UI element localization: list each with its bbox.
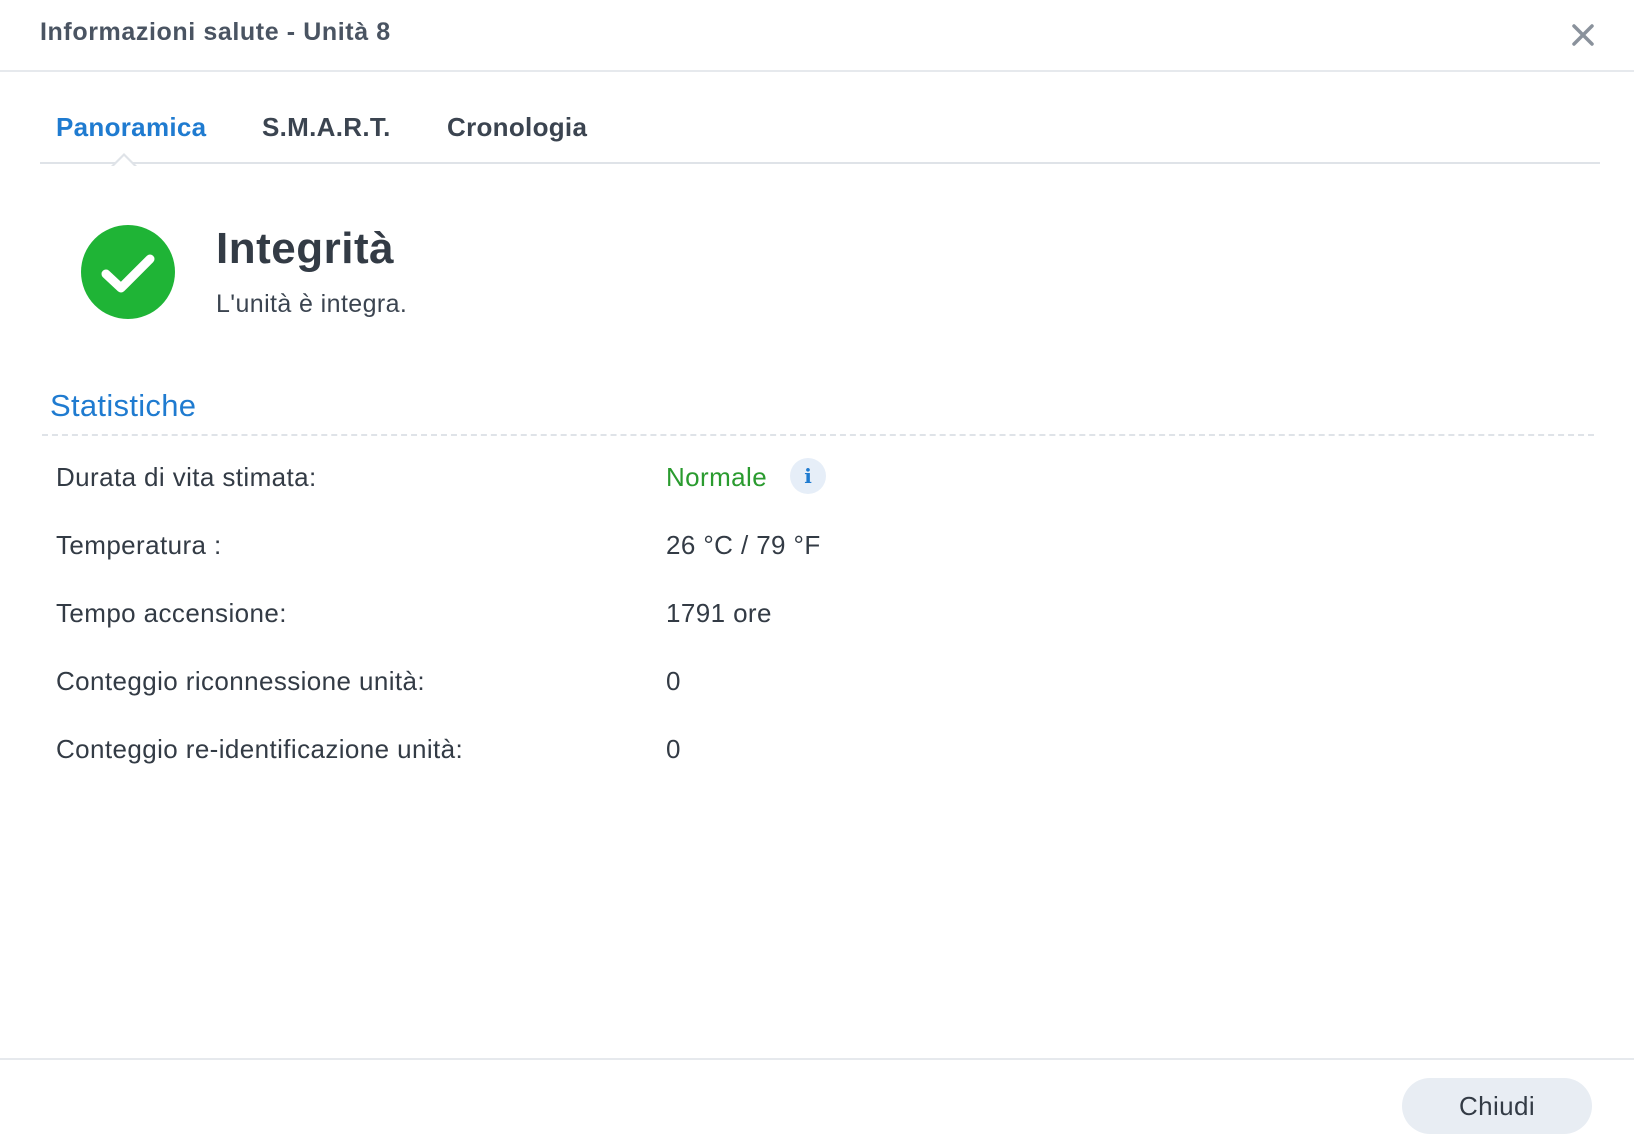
check-circle-icon (80, 224, 176, 320)
stat-value-reconnection-count: 0 (666, 666, 681, 696)
statistics-section-title: Statistiche (50, 388, 197, 423)
dialog-title: Informazioni salute - Unità 8 (40, 18, 391, 46)
stat-value-temperature: 26 °C / 79 °F (666, 530, 821, 560)
stat-value-reidentification-count: 0 (666, 734, 681, 764)
health-status-title: Integrità (216, 224, 395, 273)
health-info-dialog: Informazioni salute - Unità 8 Panoramica… (0, 0, 1634, 1148)
dialog-titlebar: Informazioni salute - Unità 8 (0, 0, 1634, 72)
stat-row-reidentification-count: Conteggio re-identificazione unità: 0 (56, 734, 1556, 774)
tab-cronologia[interactable]: Cronologia (447, 112, 587, 143)
stat-label: Durata di vita stimata: (56, 462, 317, 492)
tab-panoramica[interactable]: Panoramica (56, 112, 206, 143)
stat-row-temperature: Temperatura : 26 °C / 79 °F (56, 530, 1556, 570)
stat-row-reconnection-count: Conteggio riconnessione unità: 0 (56, 666, 1556, 706)
stat-value-power-on-time: 1791 ore (666, 598, 772, 628)
health-status-description: L'unità è integra. (216, 290, 408, 318)
tab-bar: Panoramica S.M.A.R.T. Cronologia (40, 104, 1600, 167)
stat-label: Conteggio riconnessione unità: (56, 666, 426, 696)
stat-label: Tempo accensione: (56, 598, 287, 628)
stat-row-lifespan: Durata di vita stimata: Normale i (56, 458, 1556, 502)
dialog-footer: Chiudi (0, 1058, 1634, 1148)
stat-value-lifespan: Normale (666, 462, 768, 492)
stat-label: Temperatura : (56, 530, 222, 560)
stat-label: Conteggio re-identificazione unità: (56, 734, 464, 764)
info-icon[interactable]: i (790, 458, 826, 494)
close-button[interactable]: Chiudi (1402, 1078, 1592, 1134)
health-summary: Integrità L'unità è integra. (80, 224, 980, 334)
stat-row-power-on-time: Tempo accensione: 1791 ore (56, 598, 1556, 638)
tab-smart[interactable]: S.M.A.R.T. (262, 112, 391, 143)
close-icon[interactable] (1566, 18, 1600, 52)
section-divider (42, 434, 1594, 436)
